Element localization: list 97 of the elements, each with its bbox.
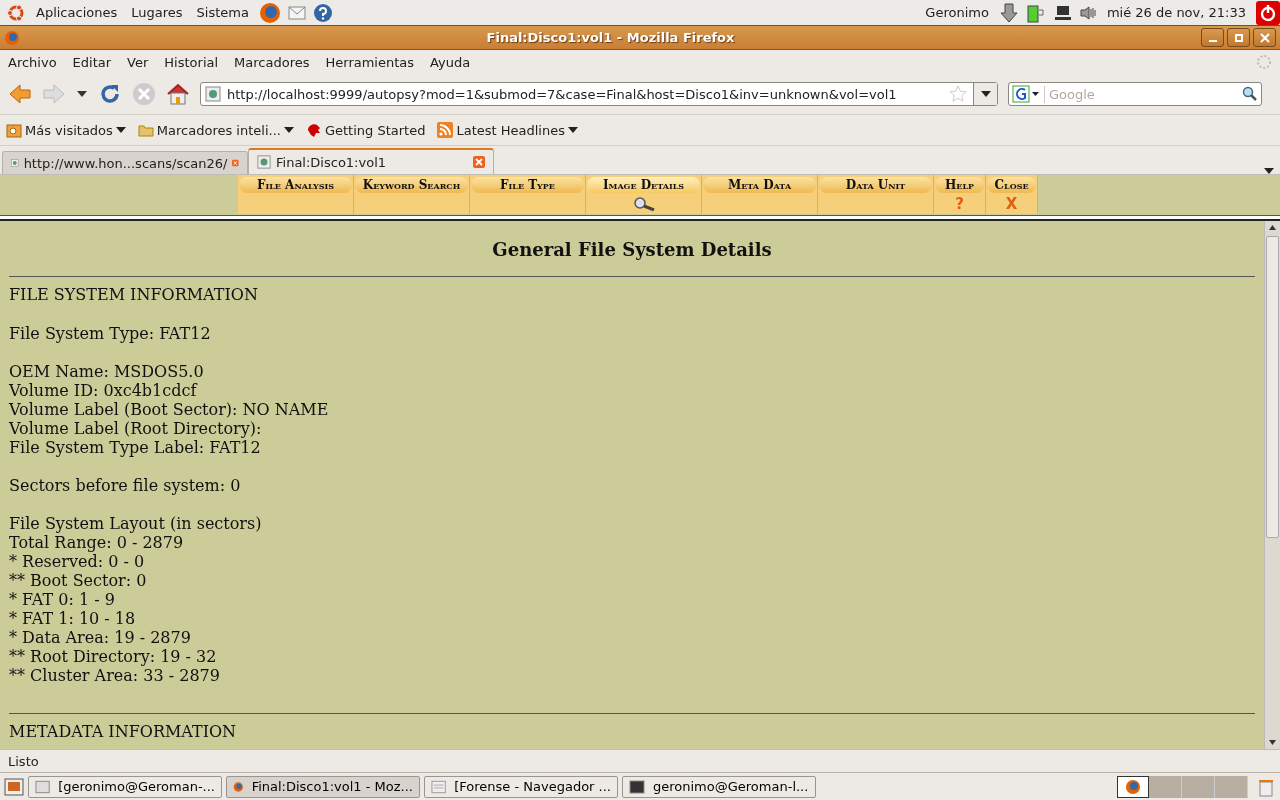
search-field[interactable]: Google xyxy=(1008,82,1262,106)
terminal-icon xyxy=(629,778,645,795)
panel-menu[interactable]: Sistema xyxy=(192,5,253,20)
throbber-icon xyxy=(1256,54,1272,70)
menu-item[interactable]: Editar xyxy=(72,54,112,70)
section-heading: METADATA INFORMATION xyxy=(9,722,238,742)
info-line: OEM Name: MSDOS5.0 xyxy=(9,362,205,381)
speaker-icon[interactable] xyxy=(1078,4,1097,21)
info-line: ** Cluster Area: 33 - 2879 xyxy=(9,666,221,685)
dropdown-button[interactable] xyxy=(973,83,997,105)
caret-icon[interactable] xyxy=(76,90,88,98)
module-tab[interactable]: Image Details xyxy=(586,175,702,214)
google-logo-icon[interactable] xyxy=(1012,85,1040,103)
info-line: Total Range: 0 - 2879 xyxy=(9,533,185,552)
scrollbar[interactable] xyxy=(1264,221,1280,749)
info-line: Volume Label (Root Directory): xyxy=(9,419,263,438)
module-tab[interactable]: Meta Data xyxy=(702,175,818,214)
home-icon[interactable] xyxy=(166,82,190,106)
menu-item[interactable]: Ver xyxy=(127,54,149,70)
url-text: http://localhost:9999/autopsy?mod=1&submod=7&case=Final&host=Disco1&inv=unknown&vol=vol1 xyxy=(227,86,898,102)
menu-item[interactable]: Ayuda xyxy=(430,54,471,70)
menu-item[interactable]: Herramientas xyxy=(325,54,415,70)
show-desktop-icon[interactable] xyxy=(4,776,24,797)
bookmark-item[interactable]: Latest Headlines xyxy=(437,122,578,138)
page-icon xyxy=(11,156,19,170)
folder-icon xyxy=(137,122,154,138)
power-icon[interactable] xyxy=(1256,0,1280,25)
info-line: File System Layout (in sectors) xyxy=(9,514,263,533)
module-tab[interactable]: Close X xyxy=(986,175,1038,214)
network-icon[interactable] xyxy=(1052,3,1073,22)
caret-icon xyxy=(568,127,578,133)
module-tab[interactable]: Keyword Search xyxy=(354,175,470,214)
panel-menu[interactable]: Aplicaciones xyxy=(32,5,122,20)
minimize-button[interactable] xyxy=(1201,28,1224,47)
page-icon xyxy=(257,155,271,169)
bookmark-item[interactable]: Más visitados xyxy=(6,122,126,138)
page-title: General File System Details xyxy=(491,239,773,260)
info-line: File System Type Label: FAT12 xyxy=(9,438,262,457)
info-line: * Data Area: 19 - 2879 xyxy=(9,628,192,647)
maximize-icon xyxy=(1233,32,1244,43)
browser-tab[interactable]: Final:Disco1:vol1 xyxy=(248,148,494,174)
workspace-switcher[interactable] xyxy=(1117,775,1248,798)
monitor-icon xyxy=(35,778,51,795)
help-icon[interactable] xyxy=(312,2,333,23)
bookmark-item[interactable]: Getting Started xyxy=(305,122,426,138)
maximize-button[interactable] xyxy=(1227,28,1250,47)
info-line: * FAT 0: 1 - 9 xyxy=(9,590,116,609)
module-tab[interactable]: File Analysis xyxy=(238,175,354,214)
close-tab-icon[interactable] xyxy=(473,156,485,168)
caret-icon xyxy=(115,127,126,133)
firefox-icon xyxy=(1125,778,1141,795)
module-tab[interactable]: File Type xyxy=(470,175,586,214)
info-line: * Reserved: 0 - 0 xyxy=(9,552,146,571)
menu-item[interactable]: Archivo xyxy=(8,54,57,70)
browser-tab[interactable]: http://www.hon...scans/scan26/ xyxy=(2,151,248,174)
tab-list-caret-icon[interactable] xyxy=(1264,168,1274,174)
firefox-icon[interactable] xyxy=(258,1,281,24)
bookmark-item[interactable]: Marcadores inteli... xyxy=(137,122,294,138)
window-icon xyxy=(431,778,447,795)
section-heading: FILE SYSTEM INFORMATION xyxy=(9,285,259,305)
info-line: Volume ID: 0xc4b1cdcf xyxy=(9,381,199,400)
download-arrow-icon[interactable] xyxy=(998,1,1019,24)
info-line: File System Type: FAT12 xyxy=(9,324,212,343)
status-text: Listo xyxy=(8,753,39,769)
close-icon xyxy=(1259,32,1270,43)
back-arrow-icon[interactable] xyxy=(8,83,32,105)
taskbar-button[interactable]: Final:Disco1:vol1 - Moz... xyxy=(226,775,420,798)
url-field[interactable]: http://localhost:9999/autopsy?mod=1&submod=7&case=Final&host=Disco1&inv=unknown&vol=vol1 xyxy=(200,82,998,106)
dragon-head-icon xyxy=(305,122,322,138)
ubuntu-logo-icon[interactable] xyxy=(6,2,26,23)
window-title: Final:Disco1:vol1 - Mozilla Firefox xyxy=(485,30,736,45)
info-line: Sectors before file system: 0 xyxy=(9,476,242,495)
search-icon[interactable] xyxy=(1242,86,1258,102)
info-line: ** Root Directory: 19 - 32 xyxy=(9,647,218,666)
module-tab[interactable]: Data Unit xyxy=(818,175,934,214)
info-line: ** Boot Sector: 0 xyxy=(9,571,148,590)
user-name[interactable]: Geronimo xyxy=(921,5,993,20)
info-line: Volume Label (Boot Sector): NO NAME xyxy=(9,400,330,419)
menu-item[interactable]: Historial xyxy=(164,54,219,70)
minimize-icon xyxy=(1208,39,1217,42)
taskbar-button[interactable]: [Forense - Navegador ... xyxy=(424,775,618,798)
page-icon xyxy=(205,86,221,102)
module-tab[interactable]: Help ? xyxy=(934,175,986,214)
clock[interactable]: mié 26 de nov, 21:33 xyxy=(1102,5,1250,20)
close-button[interactable] xyxy=(1253,28,1276,47)
star-icon[interactable] xyxy=(949,85,967,103)
rss-icon xyxy=(437,122,454,138)
reload-icon[interactable] xyxy=(98,82,122,106)
taskbar-button[interactable]: [geronimo@Geroman-... xyxy=(28,775,222,798)
scrollbar-thumb[interactable] xyxy=(1266,236,1279,538)
info-line: * FAT 1: 10 - 18 xyxy=(9,609,137,628)
panel-menu[interactable]: Lugares xyxy=(127,5,187,20)
history-folder-icon xyxy=(6,122,22,138)
taskbar-button[interactable]: geronimo@Geroman-l... xyxy=(622,775,816,798)
caret-icon xyxy=(980,91,991,97)
menu-item[interactable]: Marcadores xyxy=(234,54,310,70)
caret-icon xyxy=(283,127,294,133)
